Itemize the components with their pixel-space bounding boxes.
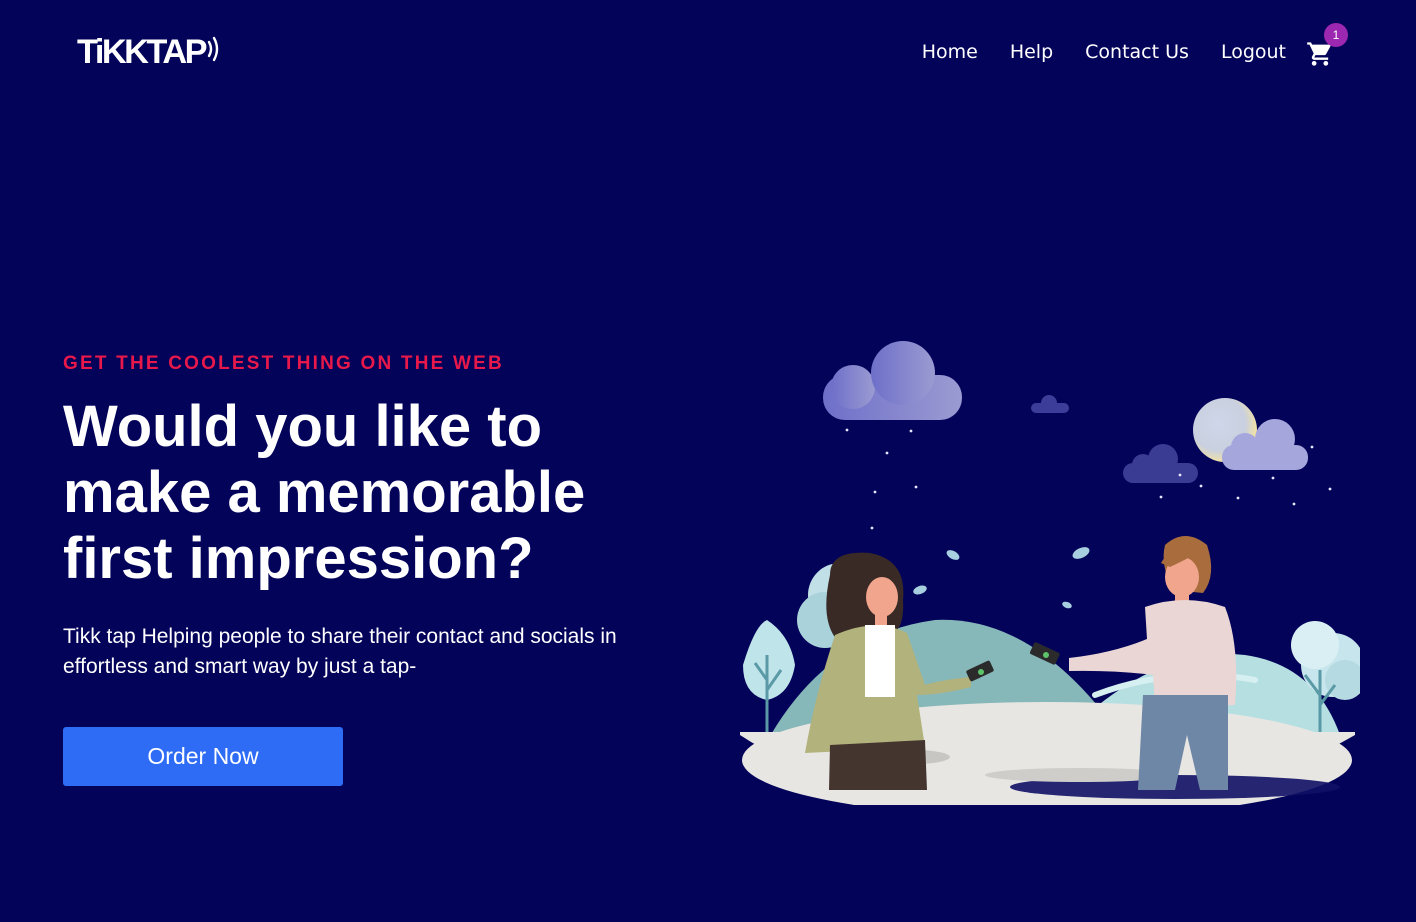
brand-logo[interactable]: TiKKTAP	[77, 30, 223, 70]
order-now-button[interactable]: Order Now	[63, 727, 343, 786]
hero-headline: Would you like to make a memorable first…	[63, 394, 586, 591]
contactless-icon	[207, 36, 219, 62]
cloud-icon	[823, 341, 962, 420]
leaves	[913, 547, 1090, 609]
hero-illustration	[740, 341, 1360, 805]
logo-text: TiKKTAP	[77, 33, 207, 70]
nav-help-link[interactable]: Help	[1010, 38, 1053, 66]
cart-button[interactable]: 1	[1306, 23, 1348, 66]
hero-eyebrow: GET THE COOLEST THING ON THE WEB	[63, 353, 504, 374]
small-cloud-icon	[1031, 395, 1069, 413]
cloud-icon	[1123, 444, 1198, 483]
nav-logout-link[interactable]: Logout	[1221, 38, 1286, 66]
nav-contact-link[interactable]: Contact Us	[1085, 38, 1189, 66]
hero-description: Tikk tap Helping people to share their c…	[63, 625, 617, 678]
nav-home-link[interactable]: Home	[922, 38, 978, 66]
main-nav: Home Help Contact Us Logout 1	[890, 23, 1348, 66]
cart-count-badge: 1	[1324, 23, 1348, 47]
